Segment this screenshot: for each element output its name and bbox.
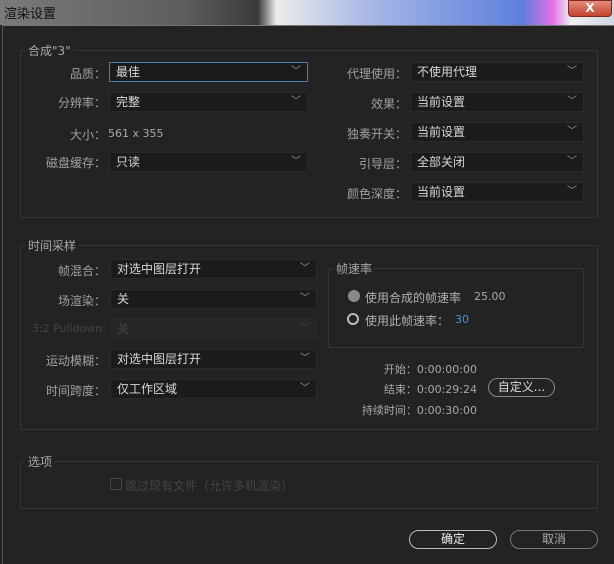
chevron-down-icon: ﹀ [567, 156, 577, 167]
chevron-down-icon: ﹀ [567, 66, 577, 77]
disk-cache-value: 只读 [116, 155, 141, 169]
chevron-down-icon: ﹀ [291, 96, 301, 107]
this-rate-input[interactable]: 30 [455, 313, 469, 326]
pulldown-value: 关 [117, 322, 130, 336]
options-group-label: 选项 [25, 453, 56, 470]
solo-switches-select[interactable]: 当前设置 ﹀ [410, 122, 584, 142]
chevron-down-icon: ﹀ [300, 323, 310, 334]
frame-rate-group-label: 帧速率 [333, 260, 376, 277]
title-bar: 渲染设置 X [0, 0, 614, 25]
effects-label: 效果： [370, 97, 407, 111]
disk-cache-select[interactable]: 只读 ﹀ [109, 152, 308, 172]
duration-time: 持续时间：0:00:30:00 [361, 404, 477, 417]
chevron-down-icon: ﹀ [291, 66, 301, 77]
proxy-use-select[interactable]: 不使用代理 ﹀ [410, 62, 584, 82]
end-time: 结束：0:00:29:24 [383, 383, 477, 396]
resolution-label: 分辨率： [57, 96, 106, 110]
chevron-down-icon: ﹀ [567, 126, 577, 137]
pulldown-select[interactable]: 关 ﹀ [110, 319, 317, 339]
custom-button[interactable]: 自定义... [488, 378, 555, 397]
chevron-down-icon: ﹀ [567, 96, 577, 107]
motion-blur-select[interactable]: 对选中图层打开 ﹀ [110, 349, 317, 369]
quality-value: 最佳 [116, 65, 141, 79]
color-depth-select[interactable]: 当前设置 ﹀ [410, 182, 584, 202]
time-sampling-group-label: 时间采样 [25, 237, 80, 254]
proxy-use-label: 代理使用： [346, 67, 407, 81]
field-render-label: 场渲染： [57, 294, 106, 308]
frame-rate-group [328, 268, 584, 348]
guide-layers-value: 全部关闭 [417, 155, 466, 169]
quality-select[interactable]: 最佳 ﹀ [109, 62, 308, 82]
field-render-select[interactable]: 关 ﹀ [110, 289, 317, 309]
frame-blending-select[interactable]: 对选中图层打开 ﹀ [110, 259, 317, 279]
frame-blending-value: 对选中图层打开 [117, 262, 202, 276]
effects-value: 当前设置 [417, 95, 466, 109]
solo-switches-value: 当前设置 [417, 125, 466, 139]
skip-existing-label: 跳过现有文件（允许多机渲染） [125, 479, 294, 493]
time-span-value: 仅工作区域 [117, 382, 178, 396]
options-group [20, 461, 598, 509]
motion-blur-value: 对选中图层打开 [117, 352, 202, 366]
chevron-down-icon: ﹀ [300, 353, 310, 364]
pulldown-label: 3:2 Pulldown: [31, 322, 106, 335]
comp-rate-value: 25.00 [474, 290, 506, 303]
color-depth-value: 当前设置 [417, 185, 466, 199]
composition-group-label: 合成"3" [25, 42, 74, 59]
close-button[interactable]: X [568, 0, 612, 17]
skip-existing-checkbox[interactable] [110, 478, 122, 490]
chevron-down-icon: ﹀ [300, 263, 310, 274]
field-render-value: 关 [117, 292, 130, 306]
size-value: 561 x 355 [108, 127, 164, 140]
guide-layers-select[interactable]: 全部关闭 ﹀ [410, 152, 584, 172]
chevron-down-icon: ﹀ [300, 293, 310, 304]
use-comp-rate-label: 使用合成的帧速率 [365, 291, 462, 305]
size-label: 大小： [69, 128, 106, 142]
quality-label: 品质： [69, 67, 106, 81]
use-this-rate-radio[interactable] [347, 313, 359, 325]
resolution-value: 完整 [116, 95, 141, 109]
chevron-down-icon: ﹀ [291, 156, 301, 167]
cancel-button[interactable]: 取消 [510, 530, 598, 549]
time-span-label: 时间跨度： [45, 384, 106, 398]
frame-blending-label: 帧混合： [57, 264, 106, 278]
time-span-select[interactable]: 仅工作区域 ﹀ [110, 379, 317, 399]
motion-blur-label: 运动模糊： [45, 354, 106, 368]
use-comp-rate-radio[interactable] [348, 290, 360, 302]
solo-switches-label: 独奏开关： [346, 127, 407, 141]
use-this-rate-label: 使用此帧速率： [365, 314, 450, 328]
ok-button[interactable]: 确定 [409, 530, 497, 549]
chevron-down-icon: ﹀ [567, 186, 577, 197]
start-time: 开始：0:00:00:00 [383, 363, 477, 376]
window-title: 渲染设置 [4, 7, 57, 22]
color-depth-label: 颜色深度： [346, 187, 407, 201]
guide-layers-label: 引导层： [358, 157, 407, 171]
effects-select[interactable]: 当前设置 ﹀ [410, 92, 584, 112]
disk-cache-label: 磁盘缓存： [45, 156, 106, 170]
proxy-use-value: 不使用代理 [417, 65, 478, 79]
chevron-down-icon: ﹀ [300, 383, 310, 394]
resolution-select[interactable]: 完整 ﹀ [109, 92, 308, 112]
